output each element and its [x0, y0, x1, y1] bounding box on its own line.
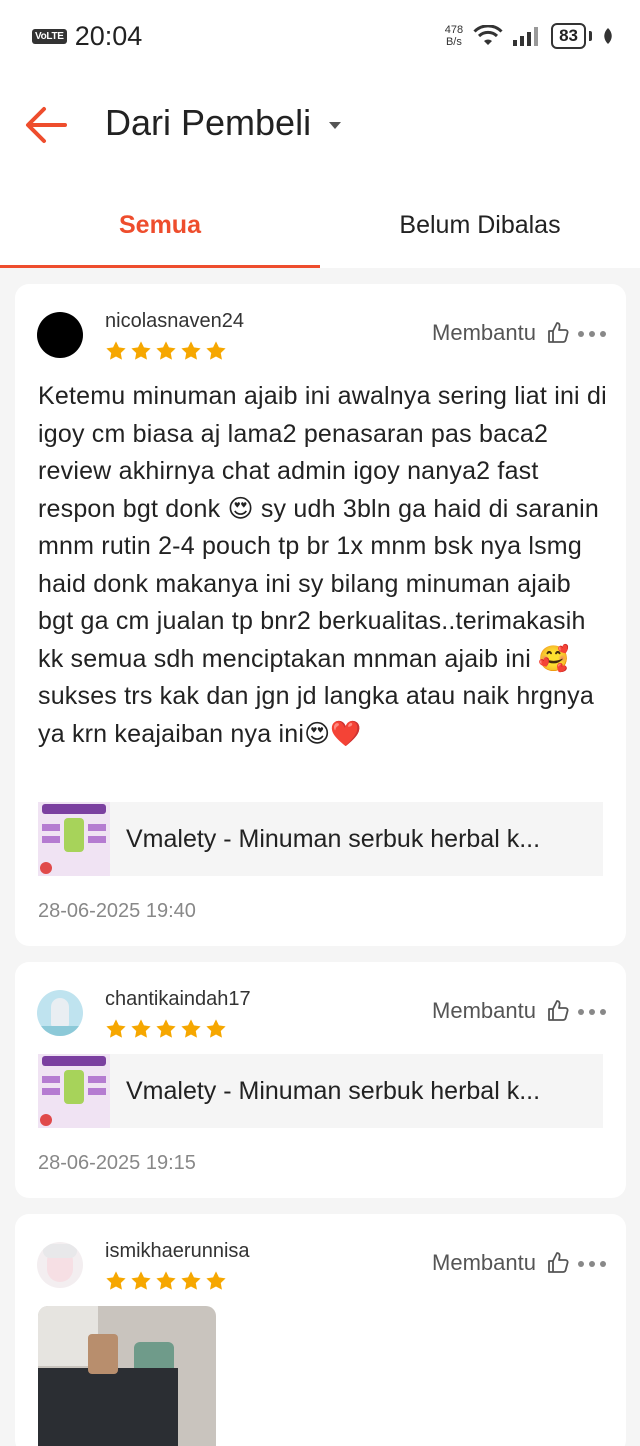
more-options-icon[interactable] [578, 1003, 606, 1021]
network-speed: 478 B/s [445, 24, 463, 48]
star-rating [105, 340, 227, 362]
tab-belum-dibalas[interactable]: Belum Dibalas [320, 182, 640, 268]
star-rating [105, 1018, 227, 1040]
star-icon [106, 1271, 126, 1290]
avatar [37, 312, 83, 358]
star-icon [106, 341, 126, 360]
star-icon [181, 1271, 201, 1290]
star-rating [105, 1270, 227, 1292]
battery-level: 83 [551, 23, 586, 49]
product-name: Vmalety - Minuman serbuk herbal k... [126, 1076, 541, 1105]
helpful-label: Membantu [432, 320, 536, 345]
network-speed-unit: B/s [445, 36, 462, 48]
volte-icon: VoLTE [32, 28, 67, 44]
helpful-label: Membantu [432, 998, 536, 1023]
leaf-icon [604, 28, 612, 44]
tab-semua[interactable]: Semua [0, 182, 320, 268]
review-card: chantikaindah17 Membantu Vmalety - Minum… [15, 962, 626, 1198]
helpful-button[interactable]: Membantu [432, 998, 570, 1024]
review-date: 28-06-2025 19:40 [38, 900, 196, 922]
thumbs-up-icon [548, 1252, 569, 1273]
star-icon [181, 341, 201, 360]
star-icon [156, 1019, 176, 1038]
star-icon [206, 341, 226, 360]
avatar [37, 1242, 83, 1288]
helpful-button[interactable]: Membantu [432, 320, 570, 346]
battery-tip [589, 31, 592, 41]
helpful-button[interactable]: Membantu [432, 1250, 570, 1276]
review-card: ismikhaerunnisa Membantu [15, 1214, 626, 1446]
star-icon [156, 341, 176, 360]
thumbs-up-icon [548, 1000, 569, 1021]
star-icon [181, 1019, 201, 1038]
star-icon [131, 1271, 151, 1290]
page-title: Dari Pembeli [105, 102, 312, 143]
product-link[interactable]: Vmalety - Minuman serbuk herbal k... [38, 1054, 603, 1128]
network-speed-value: 478 [444, 24, 464, 36]
back-arrow-icon [26, 107, 67, 143]
review-date: 28-06-2025 19:15 [38, 1152, 196, 1174]
header: Dari Pembeli [0, 72, 640, 182]
thumbs-up-icon [548, 322, 569, 343]
product-thumbnail [38, 802, 110, 876]
star-icon [206, 1019, 226, 1038]
star-icon [206, 1271, 226, 1290]
reviewer-username: chantikaindah17 [105, 988, 251, 1010]
review-card: nicolasnaven24 Membantu Ketemu minuman a… [15, 284, 626, 946]
signal-icon [513, 27, 539, 46]
status-right: 478 B/s 83 [445, 23, 614, 49]
product-thumbnail [38, 1054, 110, 1128]
page-title-dropdown[interactable]: Dari Pembeli [105, 102, 342, 144]
caret-down-icon [329, 121, 342, 129]
helpful-label: Membantu [432, 1250, 536, 1275]
battery-indicator: 83 [551, 23, 592, 49]
product-link[interactable]: Vmalety - Minuman serbuk herbal k... [38, 802, 603, 876]
star-icon [131, 1019, 151, 1038]
avatar [37, 990, 83, 1036]
review-photo[interactable] [38, 1306, 216, 1446]
star-icon [156, 1271, 176, 1290]
clock: 20:04 [74, 20, 143, 51]
star-icon [106, 1019, 126, 1038]
star-icon [131, 341, 151, 360]
review-text: Ketemu minuman ajaib ini awalnya sering … [38, 382, 607, 748]
tab-bar: Semua Belum Dibalas [0, 182, 640, 268]
more-options-icon[interactable] [578, 325, 606, 343]
wifi-icon [473, 25, 503, 45]
status-left: VoLTE 20:04 [32, 21, 142, 52]
product-name: Vmalety - Minuman serbuk herbal k... [126, 824, 541, 853]
more-options-icon[interactable] [578, 1255, 606, 1273]
status-bar: VoLTE 20:04 478 B/s 83 [0, 0, 640, 72]
reviewer-username: nicolasnaven24 [105, 310, 244, 332]
reviewer-username: ismikhaerunnisa [105, 1240, 250, 1262]
back-button[interactable] [24, 105, 68, 145]
